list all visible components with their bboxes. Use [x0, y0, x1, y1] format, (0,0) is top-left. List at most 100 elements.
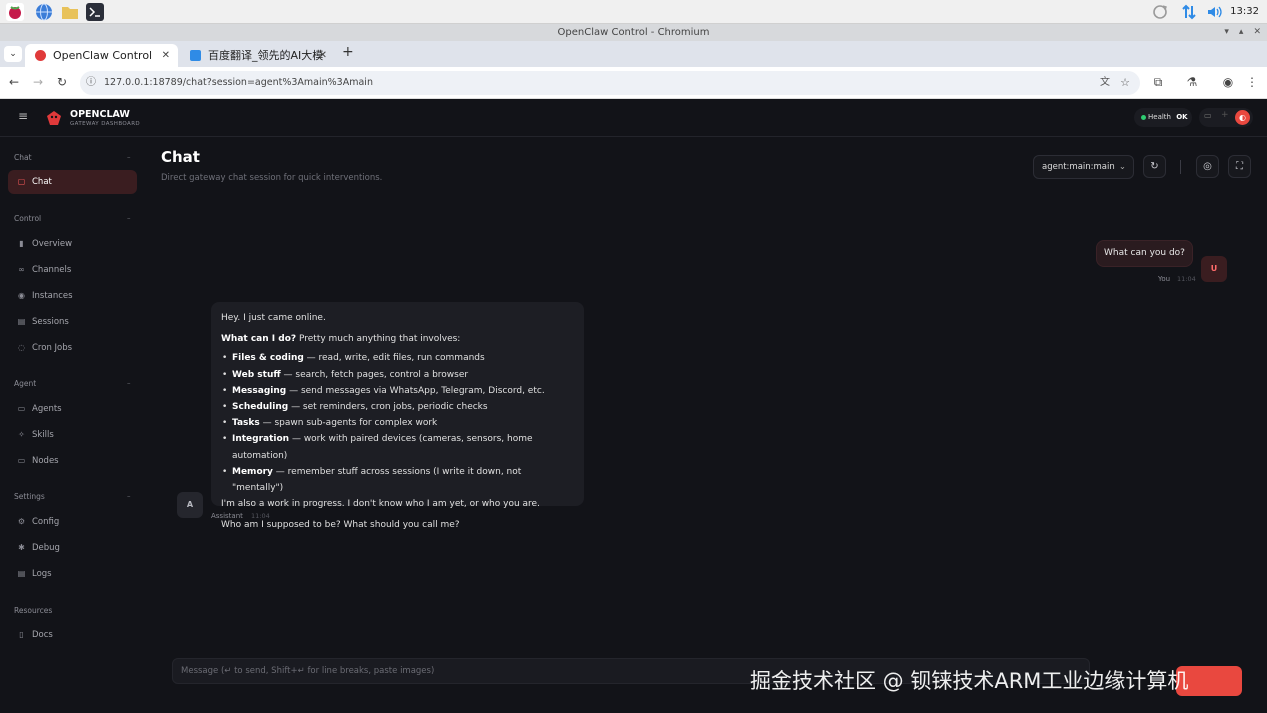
menu-kebab-icon[interactable]: ⋮: [1244, 75, 1260, 89]
plus-icon[interactable]: +: [1221, 110, 1229, 120]
minimize-icon[interactable]: ▾: [1224, 24, 1229, 41]
list-item-text: — remember stuff across sessions (I writ…: [232, 466, 522, 494]
section-title-resources: Resources: [14, 606, 53, 615]
list-item: Integration — work with paired devices (…: [221, 431, 574, 463]
sidebar-item-label: Logs: [32, 569, 52, 579]
list-item-bold: Messaging: [232, 385, 287, 396]
translate-icon[interactable]: 文: [1100, 71, 1110, 95]
assistant-question: Who am I supposed to be? What should you…: [221, 520, 460, 531]
assistant-intro-bold: What can I do?: [221, 334, 297, 345]
clock: 13:32: [1230, 6, 1259, 17]
assistant-avatar: A: [177, 492, 203, 518]
sync-icon[interactable]: [1151, 3, 1169, 21]
sidebar-item-docs[interactable]: ▯ Docs: [8, 623, 137, 647]
user-message-time: 11:04: [1177, 275, 1196, 283]
theme-toggle-icon[interactable]: ◐: [1235, 110, 1250, 125]
window-title: OpenClaw Control - Chromium: [557, 27, 710, 38]
health-badge[interactable]: Health OK: [1134, 108, 1192, 127]
app-header: ≡ OPENCLAW GATEWAY DASHBOARD Health OK ▭…: [0, 99, 1267, 137]
sidebar-item-agents[interactable]: ▭ Agents: [8, 397, 137, 421]
user-message-sender: You: [1158, 275, 1171, 283]
labs-flask-icon[interactable]: ⚗: [1184, 75, 1200, 89]
close-icon[interactable]: ✕: [1253, 24, 1261, 41]
tab-strip: ⌄ OpenClaw Control ✕ 百度翻译_领先的AI大模 ✕ +: [0, 41, 1267, 67]
assistant-message-body: Hey. I just came online. What can I do? …: [221, 310, 574, 534]
list-item: Scheduling — set reminders, cron jobs, p…: [221, 399, 574, 415]
sidebar-item-chat[interactable]: ▢ Chat: [8, 170, 137, 194]
folder-icon[interactable]: [61, 3, 79, 21]
tab-baidu-translate[interactable]: 百度翻译_领先的AI大模 ✕: [180, 44, 335, 67]
monitor-icon[interactable]: ▭: [1204, 111, 1212, 120]
divider: [1180, 160, 1181, 174]
section-title-agent: Agent: [14, 379, 37, 388]
sidebar-item-sessions[interactable]: ▤ Sessions: [8, 310, 137, 334]
site-info-icon[interactable]: ⓘ: [86, 71, 96, 95]
collapse-icon[interactable]: –: [127, 153, 131, 161]
volume-icon[interactable]: [1206, 3, 1224, 21]
sidebar-item-label: Instances: [32, 291, 73, 301]
os-taskbar: 13:32: [0, 0, 1267, 24]
sidebar-item-skills[interactable]: ✧ Skills: [8, 423, 137, 447]
sidebar-item-label: Sessions: [32, 317, 69, 327]
assistant-intro: What can I do? Pretty much anything that…: [221, 331, 574, 347]
list-item-text: — set reminders, cron jobs, periodic che…: [288, 402, 488, 413]
collapse-icon[interactable]: –: [127, 492, 131, 500]
sidebar-item-label: Nodes: [32, 456, 59, 466]
refresh-button[interactable]: ↻: [1143, 155, 1166, 178]
sidebar: Chat – ▢ Chat Control – ▮ Overview ∞ Cha…: [0, 137, 145, 713]
session-select-value: agent:main:main: [1042, 162, 1115, 172]
address-bar[interactable]: ⓘ 127.0.0.1:18789/chat?session=agent%3Am…: [80, 71, 1140, 95]
tab-search-button[interactable]: ⌄: [4, 46, 22, 62]
collapse-icon[interactable]: –: [127, 214, 131, 222]
sidebar-item-channels[interactable]: ∞ Channels: [8, 258, 137, 282]
hamburger-menu-icon[interactable]: ≡: [18, 109, 28, 123]
tab-close-icon[interactable]: ✕: [319, 44, 327, 67]
clock-icon: ◌: [18, 343, 25, 352]
user-avatar-initial: U: [1210, 264, 1218, 273]
url-text: 127.0.0.1:18789/chat?session=agent%3Amai…: [104, 77, 373, 88]
folder-icon: ▭: [17, 404, 26, 413]
link-icon: ∞: [18, 265, 25, 274]
openclaw-favicon-icon: [35, 50, 46, 61]
radio-icon: ◉: [18, 291, 25, 300]
list-item: Web stuff — search, fetch pages, control…: [221, 367, 574, 383]
forward-icon[interactable]: →: [30, 75, 46, 89]
maximize-icon[interactable]: ▴: [1239, 24, 1244, 41]
bookmark-star-icon[interactable]: ☆: [1120, 71, 1130, 95]
back-icon[interactable]: ←: [6, 75, 22, 89]
terminal-icon[interactable]: [86, 3, 104, 21]
globe-icon[interactable]: [35, 3, 53, 21]
assistant-avatar-initial: A: [186, 500, 194, 509]
raspberry-icon[interactable]: [6, 3, 24, 21]
sidebar-item-overview[interactable]: ▮ Overview: [8, 232, 137, 256]
extensions-icon[interactable]: ⧉: [1150, 75, 1166, 90]
tab-close-icon[interactable]: ✕: [162, 44, 170, 67]
list-item-text: — search, fetch pages, control a browser: [280, 369, 469, 380]
tab-openclaw[interactable]: OpenClaw Control ✕: [25, 44, 178, 67]
sidebar-item-instances[interactable]: ◉ Instances: [8, 284, 137, 308]
profile-icon[interactable]: ◉: [1220, 75, 1236, 89]
user-message-text: What can you do?: [1104, 248, 1185, 258]
list-item-bold: Integration: [232, 434, 290, 445]
list-item-bold: Memory: [232, 466, 273, 477]
session-select[interactable]: agent:main:main ⌄: [1033, 155, 1134, 179]
reload-icon[interactable]: ↻: [54, 75, 70, 89]
sidebar-item-nodes[interactable]: ▭ Nodes: [8, 449, 137, 473]
sidebar-item-debug[interactable]: ✱ Debug: [8, 536, 137, 560]
network-icon[interactable]: [1180, 3, 1198, 21]
sidebar-item-logs[interactable]: ▤ Logs: [8, 562, 137, 586]
assistant-message-sender: Assistant: [211, 512, 243, 520]
collapse-icon[interactable]: –: [127, 379, 131, 387]
sidebar-item-label: Cron Jobs: [32, 343, 73, 353]
sidebar-item-label: Agents: [32, 404, 62, 414]
new-tab-button[interactable]: +: [342, 44, 354, 60]
focus-mode-button[interactable]: ⛶: [1228, 155, 1251, 178]
bar-chart-icon: ▮: [19, 239, 24, 248]
openclaw-app: ≡ OPENCLAW GATEWAY DASHBOARD Health OK ▭…: [0, 99, 1267, 713]
header-actions: ▭ + ◐: [1199, 108, 1253, 127]
thinking-toggle-button[interactable]: ◎: [1196, 155, 1219, 178]
sidebar-item-config[interactable]: ⚙ Config: [8, 510, 137, 534]
list-item-bold: Web stuff: [232, 369, 281, 380]
list-item: Files & coding — read, write, edit files…: [221, 350, 574, 366]
sidebar-item-cron-jobs[interactable]: ◌ Cron Jobs: [8, 336, 137, 360]
